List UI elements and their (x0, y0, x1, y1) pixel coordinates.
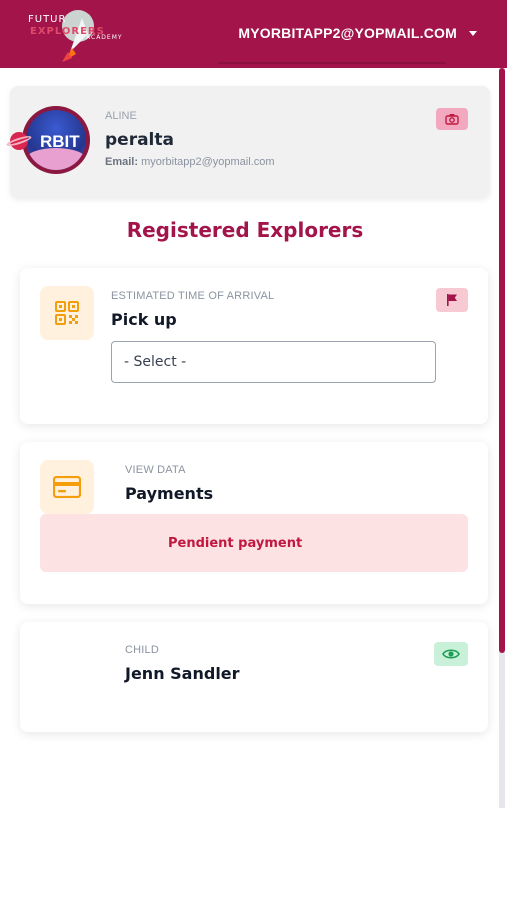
flag-icon (447, 294, 457, 306)
account-menu-button[interactable]: MYORBITAPP2@YOPMAIL.COM (238, 24, 477, 42)
profile-email: Email: myorbitapp2@yopmail.com (105, 156, 275, 168)
logo-text-line1: FUTUR (28, 14, 67, 25)
payments-icon-box (40, 460, 94, 514)
pickup-label: ESTIMATED TIME OF ARRIVAL (111, 290, 275, 302)
section-title: Registered Explorers (126, 218, 364, 242)
credit-card-icon (53, 476, 81, 498)
child-card: CHILD Jenn Sandler (20, 622, 488, 732)
payments-card[interactable]: VIEW DATA Payments Pendient payment (20, 442, 488, 604)
payments-label: VIEW DATA (125, 464, 186, 476)
camera-icon (445, 114, 459, 125)
view-child-button[interactable] (434, 642, 468, 666)
qr-code-icon (55, 301, 79, 325)
payment-status-alert: Pendient payment (40, 514, 468, 572)
child-label: CHILD (125, 644, 160, 656)
header-divider (218, 62, 446, 64)
top-navbar: FUTUR EXPLORERS ACADEMY MYORBITAPP2@YOPM… (0, 0, 507, 68)
pickup-time-select[interactable]: - Select - (111, 341, 436, 383)
profile-label: ALINE (105, 110, 137, 122)
profile-name: peralta (105, 130, 174, 150)
camera-button[interactable] (436, 108, 468, 130)
avatar-image: RBIT (26, 110, 86, 170)
chevron-down-icon (469, 30, 477, 36)
pickup-title: Pick up (111, 310, 177, 329)
pickup-select-value: - Select - (124, 354, 187, 370)
scrollbar-thumb[interactable] (499, 68, 505, 653)
avatar: RBIT (22, 106, 90, 174)
app-logo[interactable]: FUTUR EXPLORERS ACADEMY (22, 4, 122, 64)
pickup-card: ESTIMATED TIME OF ARRIVAL Pick up - Sele… (20, 268, 488, 424)
flag-button[interactable] (436, 288, 468, 312)
payment-status-text: Pendient payment (168, 535, 303, 551)
profile-card: RBIT ALINE peralta Email: myorbitapp2@yo… (5, 86, 490, 198)
child-name: Jenn Sandler (125, 664, 240, 683)
pickup-icon-box (40, 286, 94, 340)
account-email: MYORBITAPP2@YOPMAIL.COM (238, 25, 457, 41)
avatar-text: RBIT (40, 132, 80, 151)
eye-icon (442, 649, 460, 659)
email-label: Email: (105, 156, 139, 168)
payments-title: Payments (125, 484, 214, 503)
email-value: myorbitapp2@yopmail.com (141, 156, 275, 168)
logo-text-line3: ACADEMY (86, 34, 123, 41)
